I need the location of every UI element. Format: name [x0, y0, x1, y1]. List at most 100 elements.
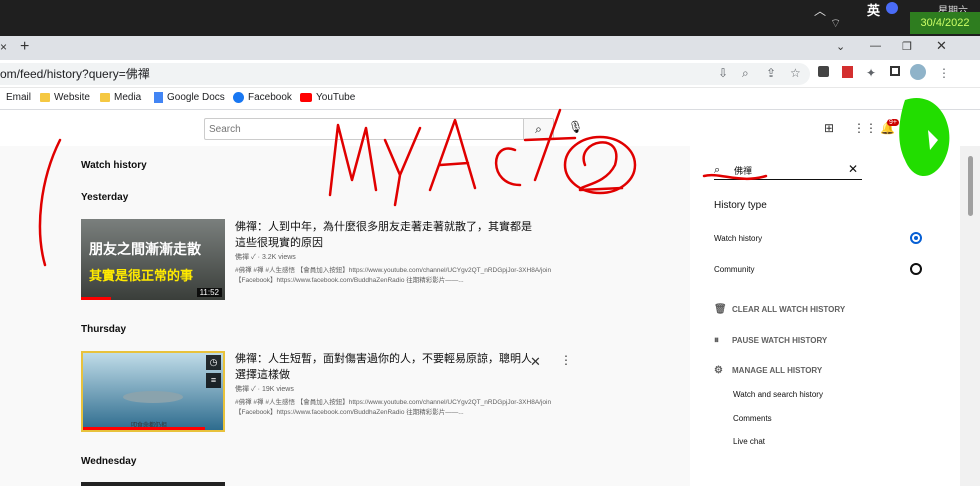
menu-dots-icon[interactable]: ⋮: [938, 66, 950, 80]
section-heading: Wednesday: [81, 456, 137, 467]
more-actions-icon[interactable]: ⋮: [560, 353, 572, 367]
link-watch-search-history[interactable]: Watch and search history: [733, 390, 823, 399]
video-thumbnail[interactable]: [81, 482, 225, 486]
puzzle-icon[interactable]: ✦: [866, 66, 876, 80]
video-description: #佛禪 #禪 #人生感悟 【會員加入按鈕】https://www.youtube…: [235, 267, 552, 284]
close-window-icon[interactable]: ✕: [936, 38, 947, 54]
share-icon[interactable]: ⇪: [766, 66, 776, 80]
clear-search-icon[interactable]: ✕: [848, 162, 858, 176]
apps-icon[interactable]: ⋮⋮: [853, 121, 877, 135]
video-meta: 佛禪 ✓ · 3.2K views: [235, 254, 296, 261]
watch-progress: [83, 427, 205, 430]
action-label: MANAGE ALL HISTORY: [732, 366, 823, 375]
extension-icon[interactable]: [818, 66, 829, 77]
scrollbar-thumb[interactable]: [968, 156, 973, 216]
manage-history-button[interactable]: ⚙ MANAGE ALL HISTORY: [714, 365, 822, 376]
action-label: PAUSE WATCH HISTORY: [732, 336, 828, 345]
facebook-icon: [233, 92, 244, 103]
youtube-masthead: ⌕ 🎙 ⊞ ⋮⋮ 🔔 9+: [0, 110, 980, 146]
community-radio[interactable]: [910, 263, 922, 275]
side-panel-icon[interactable]: [890, 66, 900, 76]
bookmark-youtube[interactable]: YouTube: [300, 92, 355, 103]
chevron-up-icon[interactable]: ︿: [814, 2, 826, 19]
docs-icon: [154, 92, 163, 103]
video-title[interactable]: 佛禪：人生短暫，面對傷害過你的人，不要輕易原諒，聰明人選擇這樣做: [235, 351, 535, 383]
watch-later-icon[interactable]: ◷: [206, 355, 221, 370]
view-count: 3.2K views: [261, 254, 296, 261]
new-tab-button[interactable]: +: [20, 38, 29, 56]
history-search-value: 佛禪: [734, 166, 753, 176]
search-button[interactable]: ⌕: [523, 119, 553, 139]
zoom-icon[interactable]: ⌕: [742, 66, 749, 81]
wifi-icon[interactable]: ⌔: [830, 16, 841, 31]
address-bar-row: om/feed/history?query=佛禪 ⇩ ⌕ ⇪ ☆ ✦ ⋮: [0, 60, 980, 88]
bookmark-facebook[interactable]: Facebook: [233, 92, 292, 103]
video-description: #佛禪 #禪 #人生感悟 【會員加入按鈕】https://www.youtube…: [235, 399, 552, 416]
install-icon[interactable]: ⇩: [718, 66, 728, 80]
channel-name[interactable]: 佛禪: [235, 254, 249, 261]
bookmark-website[interactable]: Website: [40, 92, 90, 103]
taskbar-date[interactable]: 30/4/2022: [910, 12, 980, 34]
bookmark-media[interactable]: Media: [100, 92, 141, 103]
search-icon: ⌕: [714, 164, 721, 176]
view-count: 19K views: [261, 386, 294, 393]
history-side-panel: ⌕ 佛禪 ✕ History type Watch history Commun…: [690, 146, 980, 486]
microphone-icon[interactable]: 🎙: [568, 120, 583, 134]
restore-icon[interactable]: ❐: [902, 40, 912, 53]
section-heading: Thursday: [81, 324, 127, 335]
ime-icon[interactable]: [886, 2, 898, 14]
link-comments[interactable]: Comments: [733, 414, 772, 423]
input-language[interactable]: 英: [867, 0, 880, 19]
video-title[interactable]: 佛禪：人到中年，為什麼很多朋友走著走著就散了，其實都是這些很現實的原因: [235, 219, 535, 251]
trash-icon: 🗑: [714, 304, 727, 315]
action-label: CLEAR ALL WATCH HISTORY: [732, 305, 846, 314]
search-box: ⌕: [204, 118, 554, 140]
search-input[interactable]: [205, 119, 523, 139]
bookmark-label: Facebook: [248, 92, 292, 103]
page-scrollbar[interactable]: [960, 146, 980, 486]
tab-search-icon[interactable]: ⌄: [836, 40, 845, 53]
history-search-field[interactable]: ⌕ 佛禪: [714, 160, 862, 180]
bookmark-google-docs[interactable]: Google Docs: [154, 92, 225, 103]
profile-icon[interactable]: [910, 64, 926, 80]
video-item[interactable]: 朋友之間漸漸走散 其實是很正常的事 11:52 佛禪：人到中年，為什麼很多朋友走…: [81, 219, 681, 301]
video-item[interactable]: ◷ ≡ 叩食命都仍担 佛禪：人生短暫，面對傷害過你的人，不要輕易原諒，聰明人選擇…: [81, 351, 681, 433]
shark-image: [123, 391, 183, 403]
link-live-chat[interactable]: Live chat: [733, 437, 765, 446]
url-text: om/feed/history?query=佛禪: [0, 67, 150, 81]
create-video-icon[interactable]: ⊞: [824, 121, 834, 135]
history-type-heading: History type: [714, 200, 767, 211]
video-meta: 佛禪 ✓ · 19K views: [235, 386, 294, 393]
minimize-icon[interactable]: —: [870, 40, 881, 52]
history-feed: Watch history Yesterday 朋友之間漸漸走散 其實是很正常的…: [0, 146, 690, 486]
bookmark-email[interactable]: Email: [6, 92, 31, 103]
gear-icon: ⚙: [714, 365, 723, 376]
thumbnail-text: 其實是很正常的事: [89, 268, 194, 283]
address-bar[interactable]: om/feed/history?query=佛禪: [0, 63, 810, 85]
pause-history-button[interactable]: ⏸ PAUSE WATCH HISTORY: [714, 335, 827, 346]
video-duration: 11:52: [196, 288, 222, 297]
pdf-extension-icon[interactable]: [842, 66, 853, 78]
folder-icon: [100, 93, 110, 102]
channel-name[interactable]: 佛禪: [235, 386, 249, 393]
os-taskbar: ︿ ⌔ 英 星期六 30/4/2022: [0, 0, 980, 36]
bookmark-label: Google Docs: [167, 92, 225, 103]
add-to-queue-icon[interactable]: ≡: [206, 373, 221, 388]
history-type-community[interactable]: Community: [714, 265, 754, 274]
search-icon: ⌕: [535, 122, 542, 136]
remove-from-history-icon[interactable]: ✕: [530, 354, 541, 370]
bookmark-star-icon[interactable]: ☆: [790, 66, 801, 80]
thumbnail-text: 朋友之間漸漸走散: [89, 241, 201, 257]
bookmark-label: Media: [114, 92, 142, 103]
video-thumbnail[interactable]: ◷ ≡ 叩食命都仍担: [81, 351, 225, 432]
video-thumbnail[interactable]: 朋友之間漸漸走散 其實是很正常的事 11:52: [81, 219, 225, 300]
tab-strip: × + ⌄ — ❐ ✕: [0, 36, 980, 60]
clear-history-button[interactable]: 🗑 CLEAR ALL WATCH HISTORY: [714, 304, 845, 315]
pause-icon: ⏸: [714, 335, 719, 346]
account-avatar[interactable]: D: [912, 119, 930, 137]
close-tab-icon[interactable]: ×: [0, 40, 7, 54]
watch-history-radio[interactable]: [910, 232, 922, 244]
bookmark-label: YouTube: [316, 92, 356, 103]
history-type-watch[interactable]: Watch history: [714, 234, 762, 243]
section-heading: Yesterday: [81, 192, 129, 203]
